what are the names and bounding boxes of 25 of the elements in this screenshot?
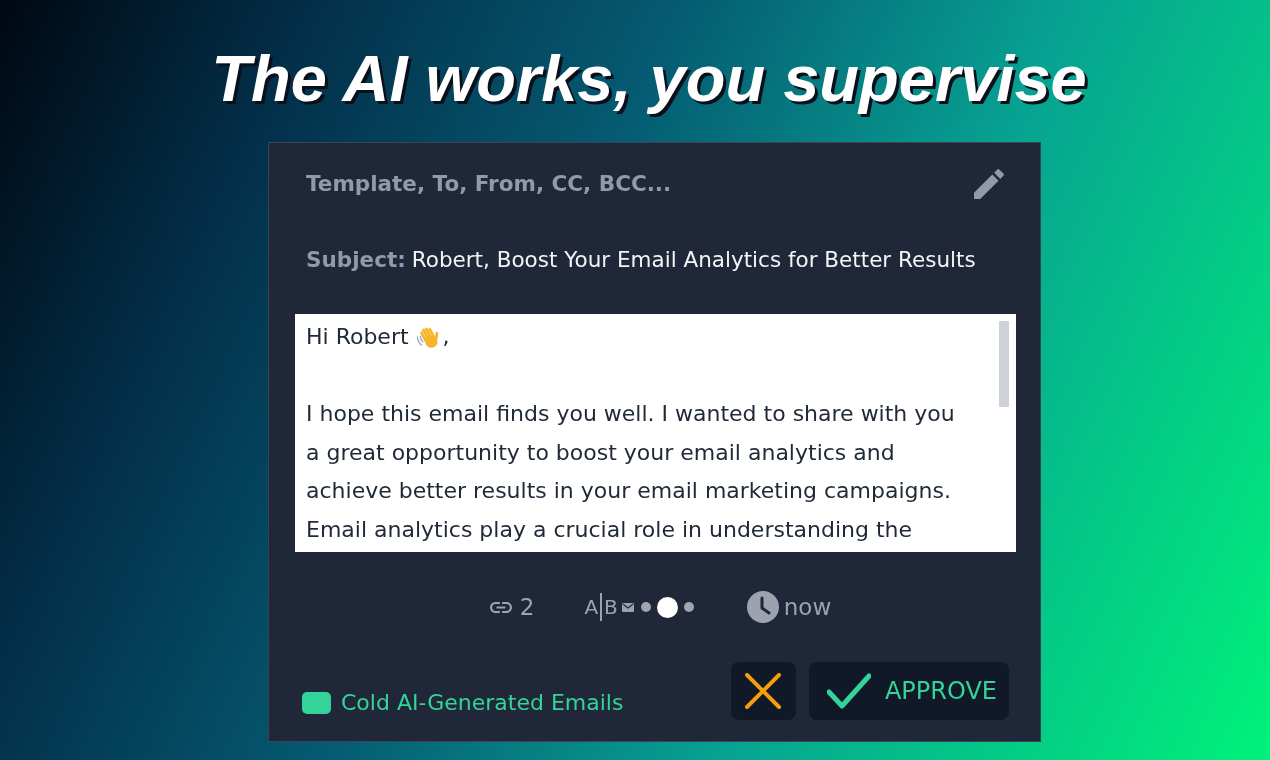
greeting-text: Hi Robert [306,323,409,351]
clock-icon [746,591,779,623]
send-time: now [783,594,832,620]
reject-button[interactable] [730,662,796,720]
link-count: 2 [519,594,535,620]
tag-label: Cold AI-Generated Emails [341,689,624,717]
x-icon [745,673,782,709]
variant-dot[interactable] [656,596,678,618]
scrollbar-thumb[interactable] [999,321,1009,407]
check-icon [826,673,871,709]
envelope-icon [621,602,634,612]
email-body-paragraph: I hope this email finds you well. I wanted to share with you a great opportunity to boost your email analytics and achieve better results in your email marketing campaigns. Email analytics play a crucial role in understanding the [306,400,956,544]
subject-text: Robert, Boost Your Email Analytics for Better Results [411,247,976,273]
approve-button[interactable]: APPROVE [808,662,1009,720]
subject-label: Subject: [306,247,406,273]
email-body-field[interactable] [295,314,1016,552]
variant-dot[interactable] [683,602,694,612]
variant-b-letter: B [604,595,618,619]
link-icon [489,601,512,613]
headline: The AI works, you supervise [211,44,1087,114]
variant-a-letter: A [584,595,599,619]
recipients-summary[interactable]: Template, To, From, CC, BCC... [306,171,672,197]
variant-dot[interactable] [640,602,651,612]
greeting-comma: , [442,323,450,351]
edit-icon[interactable] [974,169,1004,199]
